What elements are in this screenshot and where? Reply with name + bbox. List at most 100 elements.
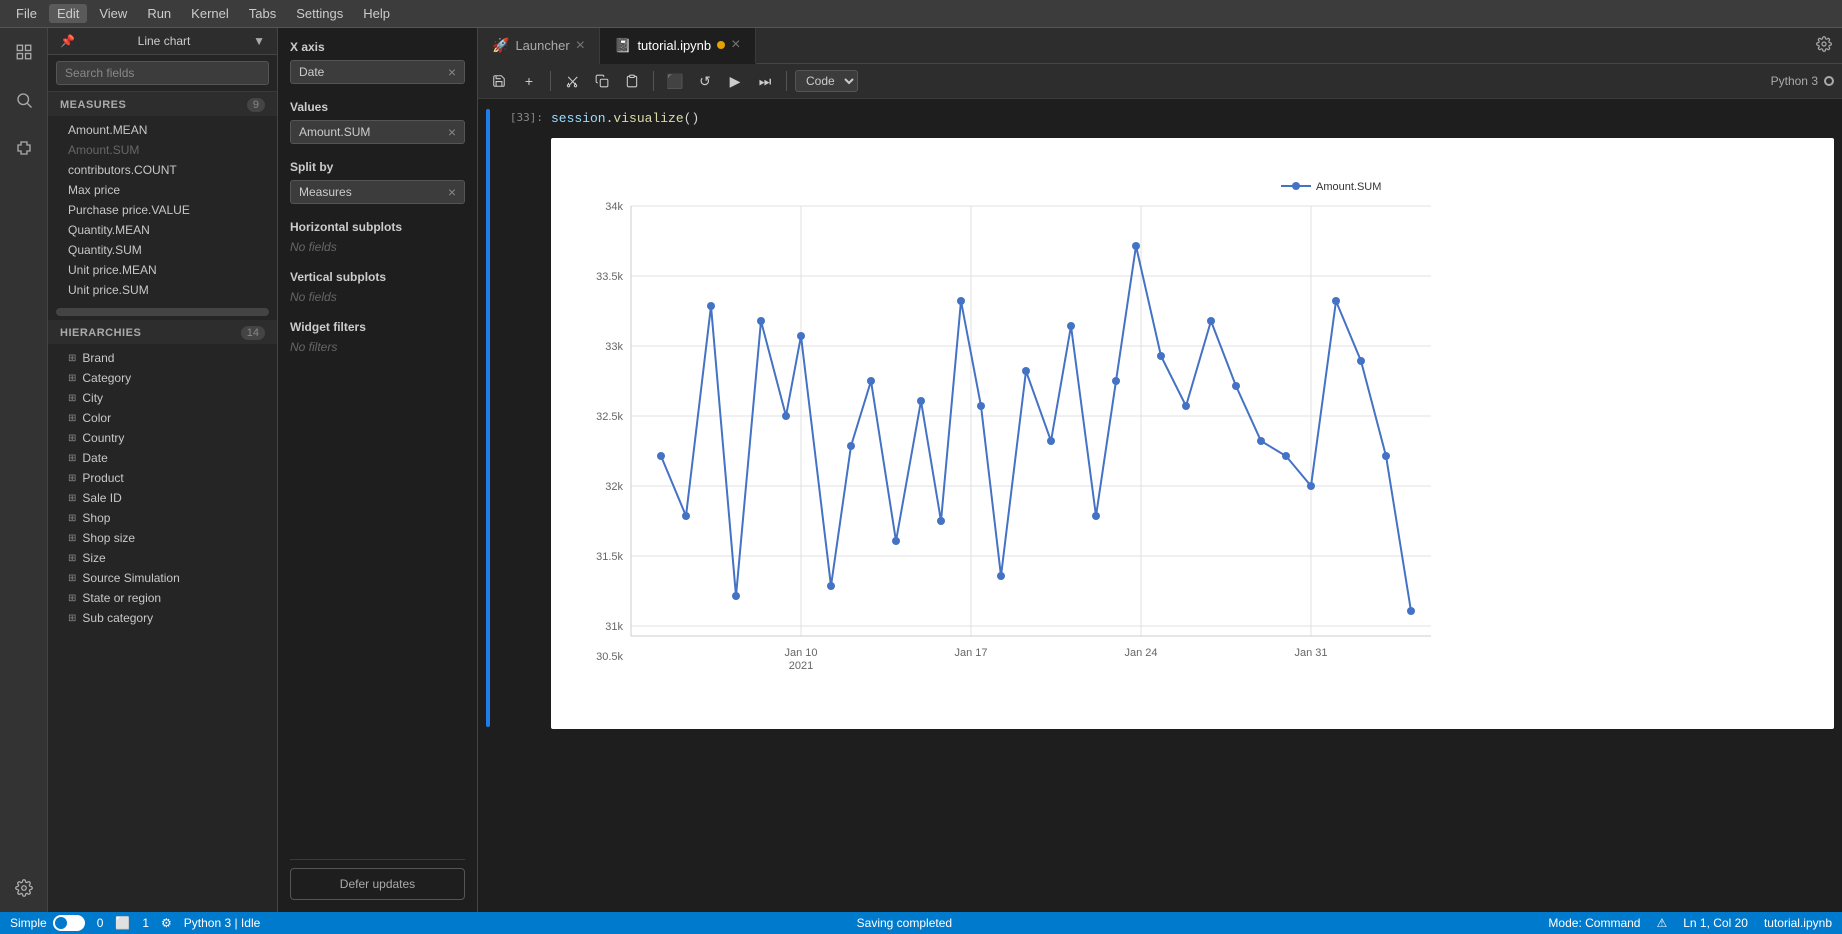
tutorial-tab-close[interactable]: × [731, 37, 740, 53]
x-axis-value: Date [299, 65, 324, 79]
cell-content: session.visualize() Amount.SUM [551, 107, 1834, 729]
toolbar-separator-2 [653, 71, 654, 91]
list-item[interactable]: Quantity.MEAN [48, 220, 277, 240]
list-item[interactable]: Quantity.SUM [48, 240, 277, 260]
horizontal-subplots-label: Horizontal subplots [290, 220, 465, 234]
list-item[interactable]: ⊞Product [48, 468, 277, 488]
menu-help[interactable]: Help [355, 4, 398, 23]
menu-file[interactable]: File [8, 4, 45, 23]
status-warning-icon: ⚠ [1656, 916, 1667, 930]
split-by-tag[interactable]: Measures × [290, 180, 465, 204]
split-by-value: Measures [299, 185, 352, 199]
dropdown-arrow-icon[interactable]: ▼ [253, 34, 265, 48]
split-by-remove-button[interactable]: × [448, 185, 456, 199]
activity-settings-icon[interactable] [8, 872, 40, 904]
hierarchies-count: 14 [241, 326, 265, 340]
search-bar-container [48, 55, 277, 92]
svg-text:Jan 24: Jan 24 [1124, 647, 1157, 659]
values-section: Values Amount.SUM × [290, 100, 465, 144]
notebook-settings-icon[interactable] [1806, 36, 1842, 55]
status-icon-1: ⬜ [115, 916, 130, 930]
x-axis-label: X axis [290, 40, 465, 54]
list-item[interactable]: ⊞Shop size [48, 528, 277, 548]
launcher-tab-close[interactable]: × [576, 38, 585, 54]
activity-search-icon[interactable] [8, 84, 40, 116]
copy-button[interactable] [589, 68, 615, 94]
x-axis-remove-button[interactable]: × [448, 65, 456, 79]
list-item[interactable]: Purchase price.VALUE [48, 200, 277, 220]
list-item[interactable]: ⊞Category [48, 368, 277, 388]
add-cell-button[interactable]: + [516, 68, 542, 94]
cell-number: [33]: [498, 107, 543, 124]
activity-extensions-icon[interactable] [8, 132, 40, 164]
restart-button[interactable]: ↺ [692, 68, 718, 94]
list-item[interactable]: ⊞State or region [48, 588, 277, 608]
values-remove-button[interactable]: × [448, 125, 456, 139]
hierarchy-icon: ⊞ [68, 593, 76, 604]
svg-text:Jan 10: Jan 10 [784, 647, 817, 659]
simple-toggle[interactable]: Simple [10, 915, 85, 931]
list-item[interactable]: ⊞Sub category [48, 608, 277, 628]
menu-kernel[interactable]: Kernel [183, 4, 237, 23]
measures-label: MEASURES [60, 99, 126, 111]
code-mode-select[interactable]: Code [795, 70, 858, 92]
hierarchy-icon: ⊞ [68, 533, 76, 544]
measures-count: 9 [247, 98, 265, 112]
measures-section-header[interactable]: MEASURES 9 [48, 92, 277, 116]
tab-tutorial[interactable]: 📓 tutorial.ipynb × [600, 28, 756, 64]
svg-text:2021: 2021 [789, 660, 813, 672]
menu-settings[interactable]: Settings [288, 4, 351, 23]
filters-placeholder: No filters [290, 340, 465, 354]
horizontal-placeholder: No fields [290, 240, 465, 254]
hierarchies-label: HIERARCHIES [60, 327, 141, 339]
stop-button[interactable]: ⬛ [662, 68, 688, 94]
split-by-label: Split by [290, 160, 465, 174]
list-item[interactable]: Unit price.SUM [48, 280, 277, 300]
list-item[interactable]: ⊞Sale ID [48, 488, 277, 508]
code-cell: [33]: session.visualize() Amount.SUM [478, 107, 1842, 729]
vertical-subplots-section: Vertical subplots No fields [290, 270, 465, 304]
list-item[interactable]: ⊞Country [48, 428, 277, 448]
list-item[interactable]: ⊞Color [48, 408, 277, 428]
values-tag[interactable]: Amount.SUM × [290, 120, 465, 144]
list-item[interactable]: ⊞Source Simulation [48, 568, 277, 588]
hierarchy-icon: ⊞ [68, 473, 76, 484]
tab-launcher[interactable]: 🚀 Launcher × [478, 28, 600, 64]
list-item[interactable]: Amount.MEAN [48, 120, 277, 140]
cell-area: [33]: session.visualize() Amount.SUM [478, 99, 1842, 912]
menu-run[interactable]: Run [139, 4, 179, 23]
config-panel: X axis Date × Values Amount.SUM × Split … [278, 28, 478, 912]
hierarchy-icon: ⊞ [68, 613, 76, 624]
list-item[interactable]: Unit price.MEAN [48, 260, 277, 280]
fast-forward-button[interactable]: ⏭ [752, 68, 778, 94]
list-item[interactable]: ⊞City [48, 388, 277, 408]
list-item[interactable]: ⊞Date [48, 448, 277, 468]
kernel-info: Python 3 [1771, 74, 1834, 88]
toggle-switch[interactable] [53, 915, 85, 931]
menu-tabs[interactable]: Tabs [241, 4, 284, 23]
list-item[interactable]: ⊞Shop [48, 508, 277, 528]
menu-bar: File Edit View Run Kernel Tabs Settings … [0, 0, 1842, 28]
hierarchies-section-header[interactable]: HIERARCHIES 14 [48, 320, 277, 344]
x-axis-tag[interactable]: Date × [290, 60, 465, 84]
activity-files-icon[interactable] [8, 36, 40, 68]
cell-input[interactable]: session.visualize() [551, 107, 1834, 130]
search-input[interactable] [56, 61, 269, 85]
menu-edit[interactable]: Edit [49, 4, 87, 23]
run-button[interactable]: ▶ [722, 68, 748, 94]
status-icon-2: ⚙ [161, 916, 172, 930]
list-item[interactable]: ⊞Brand [48, 348, 277, 368]
menu-view[interactable]: View [91, 4, 135, 23]
list-item[interactable]: Max price [48, 180, 277, 200]
list-item[interactable]: contributors.COUNT [48, 160, 277, 180]
paste-button[interactable] [619, 68, 645, 94]
list-item[interactable]: ⊞Size [48, 548, 277, 568]
svg-text:30.5k: 30.5k [596, 651, 623, 663]
panel-scrollbar[interactable] [56, 308, 269, 316]
python-kernel-status: Python 3 | Idle [184, 916, 261, 930]
cut-button[interactable] [559, 68, 585, 94]
list-item[interactable]: Amount.SUM [48, 140, 277, 160]
main-area: 📌 Line chart ▼ MEASURES 9 Amount.MEAN Am… [0, 28, 1842, 912]
save-button[interactable] [486, 68, 512, 94]
defer-updates-button[interactable]: Defer updates [290, 868, 465, 900]
